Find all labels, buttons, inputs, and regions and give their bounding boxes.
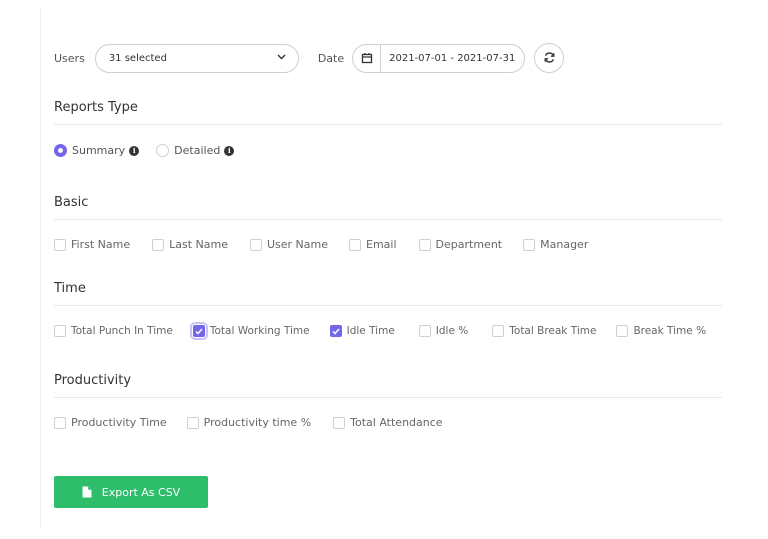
checkbox-label: Total Break Time [509,325,597,337]
filter-row: Users 31 selected Date 2021-07-01 - 2021… [54,43,565,73]
checkbox-idle-percent[interactable]: Idle % [418,325,469,337]
checkbox-email[interactable]: Email [349,238,397,251]
file-icon [82,486,92,498]
checkbox-checked[interactable] [189,322,208,340]
checkbox[interactable] [54,238,66,251]
checkbox-label: Idle % [435,325,469,337]
productivity-title: Productivity [54,373,132,388]
checkbox-total-attendance[interactable]: Total Attendance [333,416,443,429]
checkbox-label: Email [366,238,397,251]
checkbox-checked[interactable] [329,325,342,337]
date-label: Date [317,51,345,65]
export-csv-label: Export As CSV [101,485,181,499]
info-icon: i [224,145,235,156]
checkbox[interactable] [349,238,362,251]
checkbox-manager[interactable]: Manager [523,238,588,251]
checkbox-user-name[interactable]: User Name [249,238,329,251]
checkbox-label: Productivity Time [71,416,167,429]
checkbox-label: User Name [266,238,329,251]
checkbox[interactable] [418,238,431,251]
checkbox[interactable] [492,325,505,337]
checkbox-break-time-percent[interactable]: Break Time % [616,325,706,337]
checkbox-label: Department [435,238,503,251]
left-border [40,8,41,528]
checkbox-label: Break Time % [633,325,707,337]
checkbox[interactable] [523,238,536,251]
checkbox-total-working-time[interactable]: Total Working Time [189,322,310,340]
checkbox-last-name[interactable]: Last Name [152,238,228,251]
checkbox-idle-time[interactable]: Idle Time [329,325,395,337]
chevron-down-icon [277,53,286,63]
checkbox-department[interactable]: Department [418,238,503,251]
divider [54,124,722,125]
radio-detailed[interactable]: Detailed i [156,144,235,157]
users-select-value: 31 selected [108,52,167,64]
checkbox[interactable] [54,325,66,337]
radio-button[interactable] [54,144,67,157]
checkbox-label: Total Punch In Time [71,325,173,337]
checkbox-first-name[interactable]: First Name [54,238,130,251]
checkbox-productivity-time[interactable]: Productivity Time [54,416,167,429]
radio-button[interactable] [156,144,170,157]
calendar-icon [353,44,382,72]
radio-label: Detailed [174,144,221,157]
radio-label: Summary [72,144,126,157]
divider [54,397,722,398]
divider [54,305,722,306]
reports-type-options: Summary i Detailed i [54,144,251,157]
check-icon [195,328,203,335]
checkbox[interactable] [54,416,66,429]
basic-fields: First Name Last Name User Name Email Dep… [54,238,588,251]
export-csv-button[interactable]: Export As CSV [54,476,208,508]
refresh-icon [543,49,556,68]
checkbox-label: Total Working Time [209,325,310,337]
report-panel: Users 31 selected Date 2021-07-01 - 2021… [54,0,722,539]
date-range-picker[interactable]: 2021-07-01 - 2021-07-31 [352,43,526,73]
checkbox-label: Idle Time [346,325,395,337]
info-icon: i [129,145,140,156]
basic-title: Basic [54,195,89,210]
time-title: Time [54,281,86,296]
reports-type-title: Reports Type [54,100,138,115]
users-label: Users [54,51,85,65]
checkbox-productivity-time-percent[interactable]: Productivity time % [186,416,312,429]
checkbox-label: Total Attendance [350,416,443,429]
divider [54,219,722,220]
checkbox-label: Last Name [169,238,228,251]
checkbox[interactable] [152,238,165,251]
checkbox[interactable] [616,325,629,337]
checkbox-label: First Name [71,238,131,251]
checkbox[interactable] [418,325,431,337]
checkbox[interactable] [333,416,346,429]
users-select[interactable]: 31 selected [94,43,299,73]
checkbox[interactable] [249,238,262,251]
radio-summary[interactable]: Summary i [54,144,140,157]
checkbox-total-punch-in-time[interactable]: Total Punch In Time [54,325,173,337]
check-icon [332,328,340,335]
checkbox-label: Productivity time % [203,416,312,429]
checkbox[interactable] [186,416,199,429]
checkbox-total-break-time[interactable]: Total Break Time [492,325,596,337]
refresh-button[interactable] [534,43,565,73]
checkbox-label: Manager [540,238,589,251]
productivity-fields: Productivity Time Productivity time % To… [54,416,443,429]
time-fields: Total Punch In Time Total Working Time I… [54,322,706,340]
date-range-value: 2021-07-01 - 2021-07-31 [389,52,516,64]
